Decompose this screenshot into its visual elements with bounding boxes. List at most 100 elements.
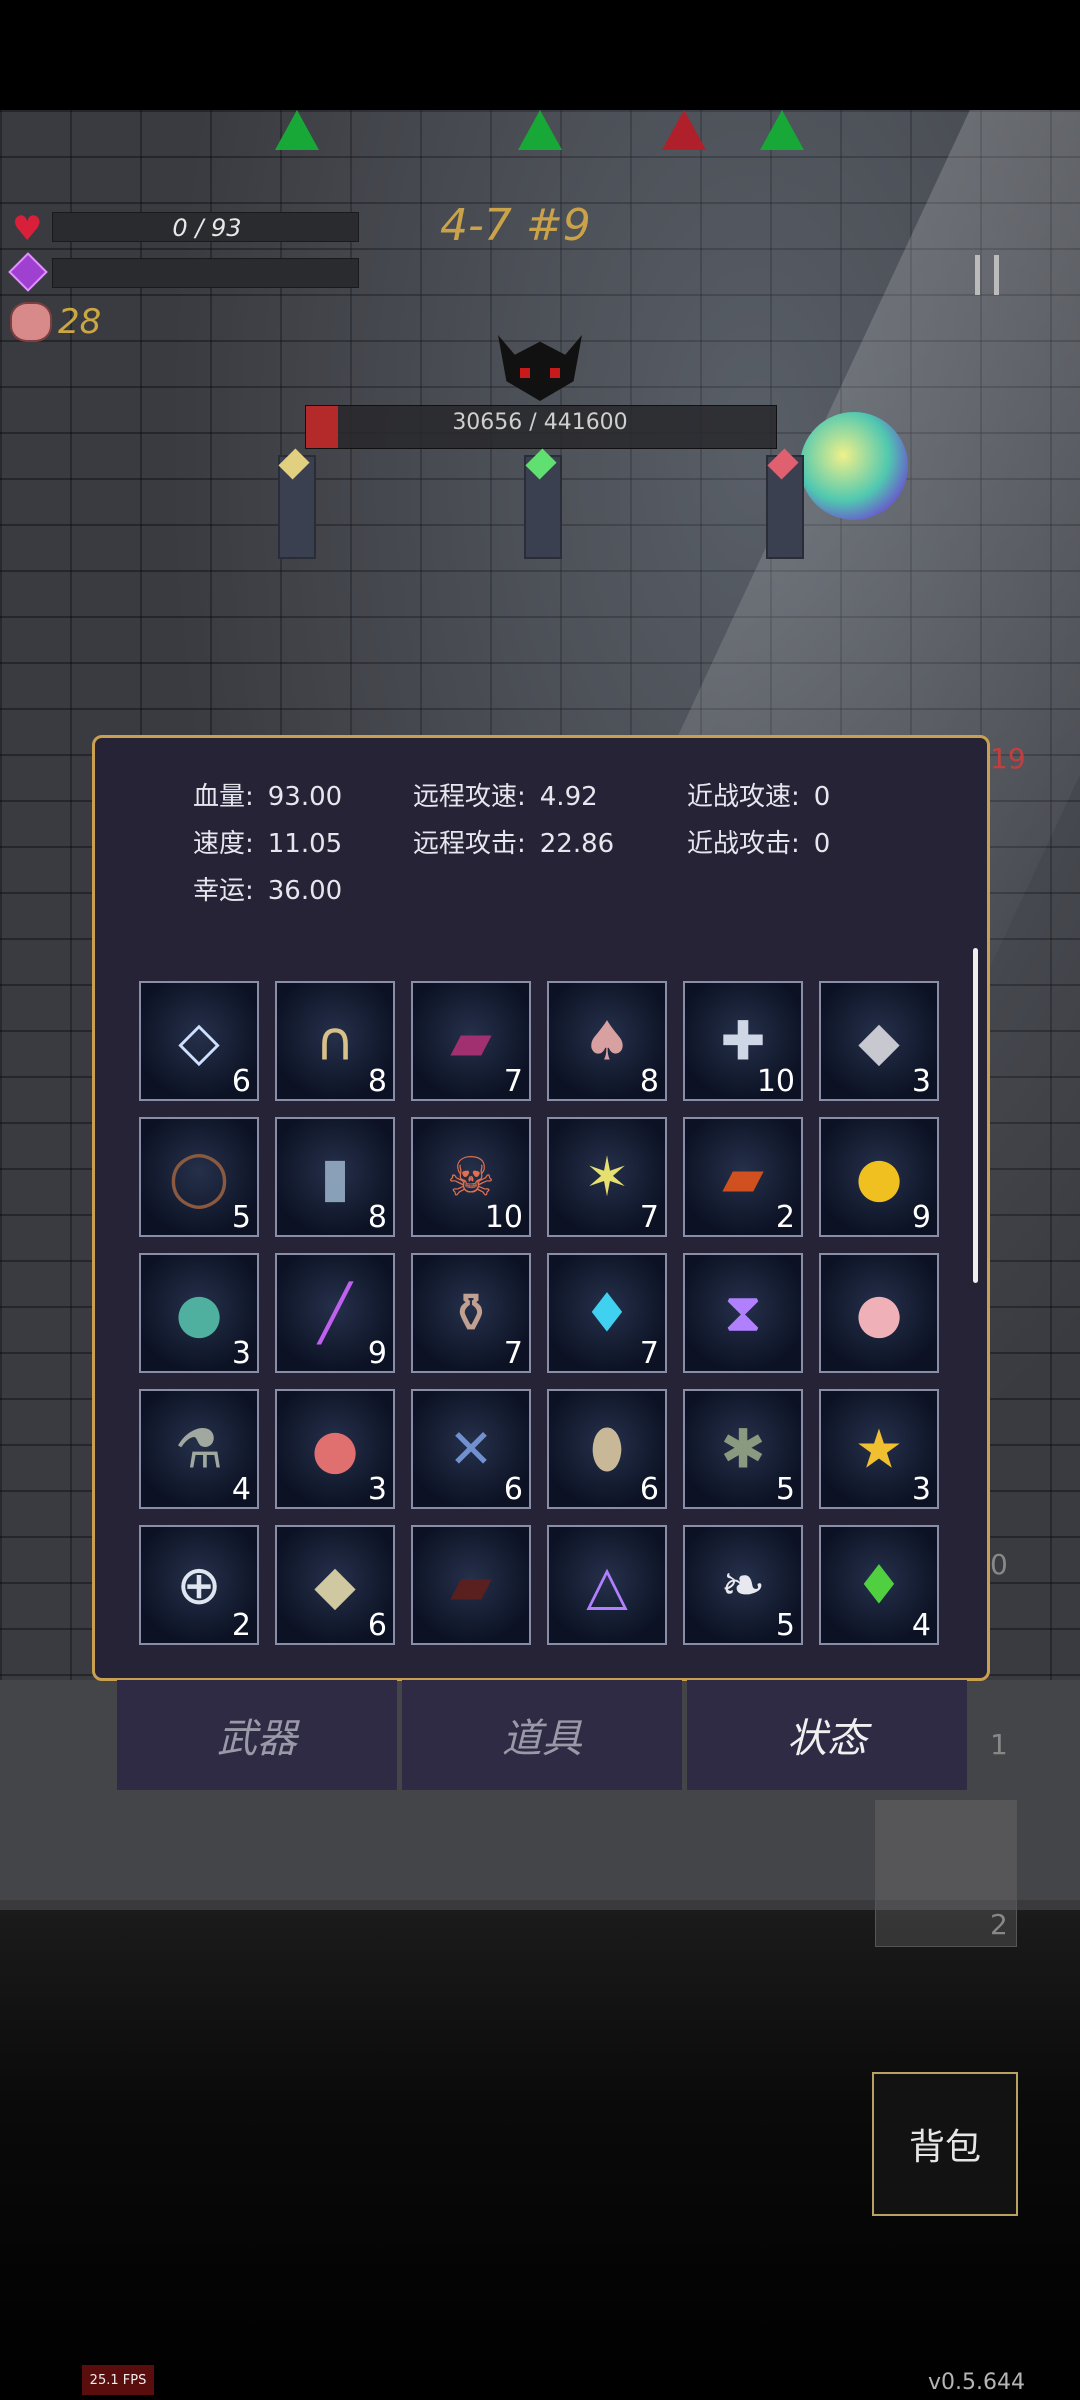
pause-icon[interactable] — [975, 255, 999, 295]
item-count: 6 — [503, 1472, 523, 1507]
item-count: 7 — [639, 1336, 659, 1371]
item-slot[interactable]: ♦ 4 — [819, 1525, 939, 1645]
item-count: 6 — [231, 1064, 251, 1099]
stat-label: 远程攻速: — [413, 782, 526, 812]
item-slot[interactable]: ★ 3 — [819, 1389, 939, 1509]
stat-hp: 血量: 93.00 — [193, 776, 342, 816]
pig-coin-icon — [10, 302, 52, 342]
tab-items[interactable]: 道具 — [402, 1680, 682, 1790]
wave-marker-icon — [275, 110, 319, 150]
item-count: 7 — [503, 1336, 523, 1371]
side-number: 1 — [990, 1728, 1008, 1761]
item-slot[interactable]: ◆ 6 — [275, 1525, 395, 1645]
item-slot[interactable]: ▰ 7 — [411, 981, 531, 1101]
item-slot[interactable]: ☠ 10 — [411, 1117, 531, 1237]
item-slot[interactable]: ⚗ 4 — [139, 1389, 259, 1509]
piggy-bank-icon: ● — [855, 1281, 903, 1345]
mana-bar — [52, 258, 359, 288]
scrollbar[interactable] — [973, 948, 978, 1283]
item-slot[interactable]: ▰ — [411, 1525, 531, 1645]
item-slot[interactable]: △ — [547, 1525, 667, 1645]
item-count: 10 — [484, 1200, 523, 1235]
boss-hp-text: 30656 / 441600 — [452, 410, 628, 435]
stat-label: 血量: — [193, 782, 254, 812]
stat-label: 幸运: — [193, 876, 254, 906]
stat-value: 93.00 — [267, 782, 343, 812]
item-slot[interactable]: ∩ 8 — [275, 981, 395, 1101]
item-slot[interactable]: ✚ 10 — [683, 981, 803, 1101]
stat-value: 0 — [813, 782, 831, 812]
item-count: 6 — [639, 1472, 659, 1507]
item-count: 7 — [503, 1064, 523, 1099]
item-count: 2 — [231, 1608, 251, 1643]
mushroom-icon: ♠ — [582, 1009, 632, 1073]
stat-ranged-speed: 远程攻速: 4.92 — [413, 776, 598, 816]
side-number: 2 — [990, 1908, 1008, 1941]
top-black-bar — [0, 0, 1080, 110]
item-slot[interactable]: ⚱ 7 — [411, 1253, 531, 1373]
stat-label: 近战攻击: — [687, 829, 800, 859]
cross-ring-icon: ⊕ — [176, 1553, 222, 1617]
side-number: 19 — [990, 742, 1026, 775]
item-count: 9 — [367, 1336, 387, 1371]
bag-button[interactable]: 背包 — [872, 2072, 1018, 2216]
wave-marker-icon — [760, 110, 804, 150]
tab-weapons[interactable]: 武器 — [117, 1680, 397, 1790]
stat-ranged-attack: 远程攻击: 22.86 — [413, 823, 614, 863]
flask-icon: ⚗ — [174, 1417, 224, 1481]
tab-status[interactable]: 状态 — [687, 1680, 967, 1790]
item-slot[interactable]: ♦ 7 — [547, 1253, 667, 1373]
boss-eye — [520, 368, 530, 378]
apple-icon: ● — [311, 1417, 359, 1481]
item-count: 3 — [367, 1472, 387, 1507]
item-slot[interactable]: ● 9 — [819, 1117, 939, 1237]
item-slot[interactable]: ◇ 6 — [139, 981, 259, 1101]
item-count: 10 — [756, 1064, 795, 1099]
green-gem-icon: ♦ — [854, 1553, 904, 1617]
item-count: 3 — [911, 1472, 931, 1507]
item-count: 5 — [231, 1200, 251, 1235]
stat-label: 远程攻击: — [413, 829, 526, 859]
purple-wand-icon: ╱ — [318, 1281, 352, 1345]
item-slot[interactable]: ✱ 5 — [683, 1389, 803, 1509]
item-slot[interactable]: ⊕ 2 — [139, 1525, 259, 1645]
item-slot[interactable]: ▰ 2 — [683, 1117, 803, 1237]
item-count: 8 — [367, 1064, 387, 1099]
item-slot[interactable]: ◯ 5 — [139, 1117, 259, 1237]
hourglass-rune-icon: ⧗ — [724, 1281, 762, 1344]
hp-text: 0 / 93 — [172, 214, 242, 242]
version-label: v0.5.644 — [928, 2370, 1025, 2395]
item-slot[interactable]: ▮ 8 — [275, 1117, 395, 1237]
fps-counter: 25.1 FPS — [82, 2365, 154, 2395]
status-panel: 血量: 93.00 远程攻速: 4.92 近战攻速: 0 速度: 11.05 远程攻击:… — [92, 735, 990, 1681]
stat-melee-speed: 近战攻速: 0 — [687, 776, 830, 816]
horseshoe-icon: ∩ — [315, 1009, 355, 1073]
blue-crystal-icon: ♦ — [582, 1281, 632, 1345]
stat-value: 11.05 — [267, 829, 343, 859]
side-number: 0 — [990, 1548, 1008, 1581]
item-slot[interactable]: ♠ 8 — [547, 981, 667, 1101]
bottle-icon: ▮ — [320, 1145, 350, 1209]
feather-icon: ❧ — [720, 1553, 766, 1617]
item-count: 8 — [639, 1064, 659, 1099]
item-slot[interactable]: ⬮ 6 — [547, 1389, 667, 1509]
wave-marker-icon — [518, 110, 562, 150]
item-slot[interactable]: ✕ 6 — [411, 1389, 531, 1509]
boss-eye — [550, 368, 560, 378]
item-slot[interactable]: ◆ 3 — [819, 981, 939, 1101]
item-slot[interactable]: ⧗ — [683, 1253, 803, 1373]
item-slot[interactable]: ● 3 — [275, 1389, 395, 1509]
item-slot[interactable]: ❧ 5 — [683, 1525, 803, 1645]
item-count: 5 — [775, 1608, 795, 1643]
octopus-icon: ✱ — [720, 1417, 766, 1481]
rocks-icon: ◆ — [314, 1553, 356, 1617]
stat-value: 22.86 — [539, 829, 615, 859]
item-slot[interactable]: ✶ 7 — [547, 1117, 667, 1237]
heart-icon: ♥ — [12, 209, 43, 249]
item-slot[interactable]: ╱ 9 — [275, 1253, 395, 1373]
stat-label: 速度: — [193, 829, 254, 859]
triangle-rune-icon: △ — [586, 1553, 628, 1617]
thorn-wreath-icon: ◯ — [168, 1145, 230, 1209]
item-slot[interactable]: ● — [819, 1253, 939, 1373]
item-slot[interactable]: ● 3 — [139, 1253, 259, 1373]
